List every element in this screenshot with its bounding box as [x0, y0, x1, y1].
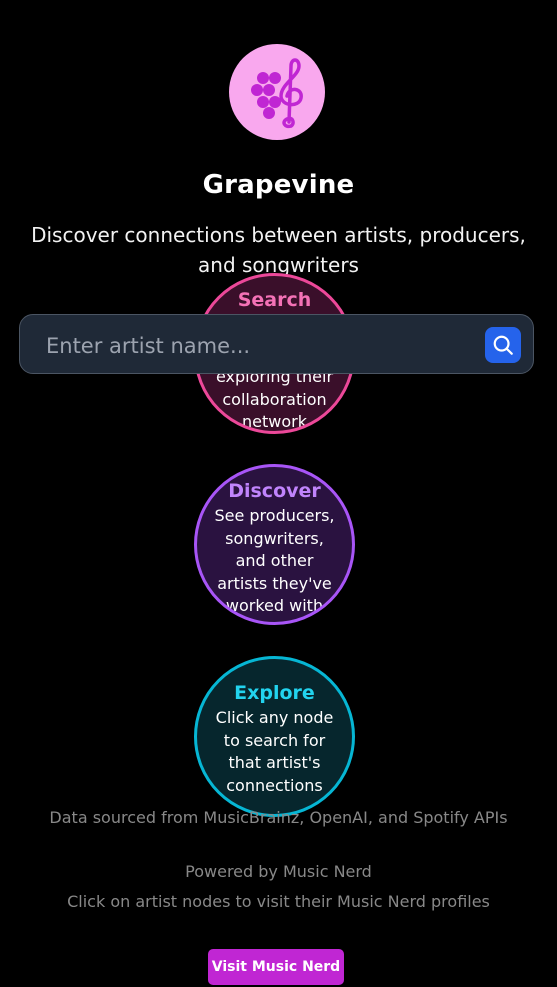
grapes-treble-clef-icon	[251, 58, 303, 129]
step-explore-body: Click any node to search for that artist…	[215, 708, 334, 795]
page-title: Grapevine	[202, 170, 355, 200]
search-icon	[493, 335, 513, 355]
artist-node-hint: Click on artist nodes to visit their Mus…	[67, 892, 490, 911]
step-search-body: exploring their collaboration network	[215, 367, 334, 431]
step-discover-body: See producers, songwriters, and other ar…	[214, 506, 335, 615]
step-explore-title: Explore	[234, 682, 315, 704]
step-search-title: Search	[237, 289, 312, 311]
step-explore-card: Explore Click any node to search for tha…	[194, 656, 355, 817]
search-button[interactable]	[485, 327, 521, 363]
search-input[interactable]	[44, 325, 488, 367]
search-bar	[19, 314, 534, 374]
grapevine-logo	[229, 44, 325, 140]
step-discover-title: Discover	[228, 480, 321, 502]
data-source-note: Data sourced from MusicBrainz, OpenAI, a…	[49, 808, 508, 827]
page-subtitle: Discover connections between artists, pr…	[31, 223, 526, 277]
visit-music-nerd-button[interactable]: Visit Music Nerd	[208, 949, 344, 985]
powered-by-note: Powered by Music Nerd	[185, 862, 372, 881]
step-discover-card: Discover See producers, songwriters, and…	[194, 464, 355, 625]
